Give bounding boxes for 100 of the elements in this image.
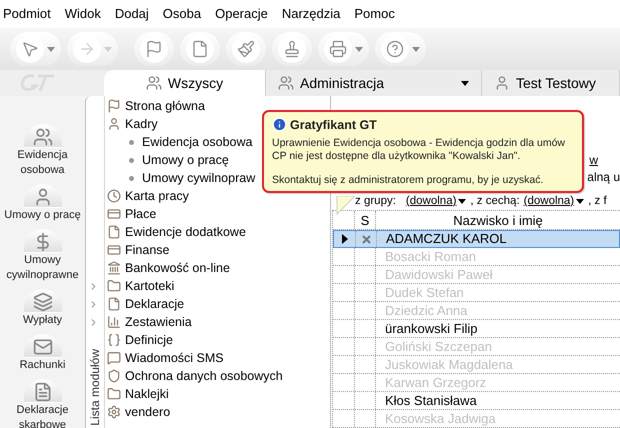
module-item[interactable]: Ewidencje dodatkowe bbox=[105, 222, 246, 242]
trait-dropdown[interactable]: (dowolna) bbox=[524, 192, 584, 210]
table-cell-text: Juskowiak Magdalena bbox=[384, 356, 513, 374]
folder-icon bbox=[107, 387, 121, 401]
module-item[interactable]: Ochrona danych osobowych bbox=[105, 366, 283, 386]
menu-item[interactable]: Narzędzia bbox=[282, 4, 340, 24]
clock-icon bbox=[107, 189, 121, 203]
info-icon bbox=[272, 117, 287, 132]
gear-icon bbox=[107, 405, 121, 419]
row-pointer-icon bbox=[342, 234, 348, 244]
module-subitem[interactable]: Umowy cywilnopraw bbox=[142, 168, 256, 188]
shortcut-button[interactable]: Wypłaty bbox=[2, 289, 84, 328]
toolbar-button[interactable] bbox=[134, 32, 174, 66]
tooltip-message: Uprawnienie Ewidencja osobowa - Ewidencja godzin dla umów CP nie jest dostępne dla użytkownika "Kowalski Jan". bbox=[272, 137, 566, 163]
menu-item[interactable]: Osoba bbox=[162, 4, 202, 24]
tooltip-hint: Skontaktuj się z administratorem programu, by je uzyskać. bbox=[272, 174, 544, 187]
printer-icon bbox=[329, 40, 347, 58]
shortcut-button[interactable]: Deklaracje skarbowe bbox=[2, 379, 84, 428]
module-subitem[interactable]: Umowy o pracę bbox=[142, 150, 229, 170]
table-cell-text: Goliński Szczepan bbox=[384, 338, 492, 356]
module-item[interactable]: Kadry bbox=[105, 114, 158, 134]
person-icon bbox=[107, 117, 121, 131]
document-icon bbox=[32, 382, 52, 402]
page-icon bbox=[107, 225, 121, 239]
toolbar-button[interactable] bbox=[10, 32, 61, 66]
column-header[interactable]: S bbox=[355, 211, 376, 229]
help-icon bbox=[386, 40, 404, 58]
table-cell-text: Dudek Stefan bbox=[384, 284, 464, 302]
module-item[interactable]: Karta pracy bbox=[105, 186, 189, 206]
filter-label: , z f bbox=[588, 194, 607, 209]
brush-icon bbox=[237, 40, 255, 58]
envelope-icon bbox=[32, 337, 52, 357]
table-row[interactable]: ADAMCZUK KAROL bbox=[333, 230, 620, 248]
bullet-icon bbox=[129, 140, 134, 144]
module-item[interactable]: Naklejki bbox=[105, 384, 169, 404]
stamp-icon bbox=[283, 40, 301, 58]
module-item[interactable]: Strona główna bbox=[105, 96, 205, 116]
menu-item[interactable]: Podmiot bbox=[3, 4, 51, 24]
module-item[interactable]: Finanse bbox=[105, 240, 170, 260]
tooltip-tail bbox=[335, 196, 357, 216]
toolbar-button[interactable] bbox=[180, 32, 220, 66]
arrow-icon bbox=[78, 40, 96, 58]
bullet-icon bbox=[129, 176, 134, 180]
table-cell-text: Dawidowski Paweł bbox=[384, 266, 493, 284]
braces-icon bbox=[107, 333, 121, 347]
bullet-icon bbox=[129, 158, 134, 162]
menu-item[interactable]: Operacje bbox=[215, 4, 268, 24]
filter-label: z grupy: bbox=[355, 194, 396, 209]
module-item[interactable]: Deklaracje bbox=[105, 294, 184, 314]
table-cell-text: Kosowska Jadwiga bbox=[384, 410, 496, 428]
card-icon bbox=[107, 207, 121, 221]
shortcut-button[interactable]: Umowy o pracę bbox=[2, 184, 84, 223]
toolbar-button[interactable] bbox=[226, 32, 266, 66]
person-icon bbox=[494, 75, 510, 91]
card-icon bbox=[107, 243, 121, 257]
info-text: alną u bbox=[587, 169, 620, 186]
table-cell-text: ADAMCZUK KAROL bbox=[385, 230, 507, 248]
column-header[interactable]: Nazwisko i imię bbox=[376, 211, 620, 229]
tooltip-title: Gratyfikant GT bbox=[290, 118, 377, 132]
module-item[interactable]: Bankowość on-line bbox=[105, 258, 230, 278]
toolbar-button[interactable] bbox=[272, 32, 312, 66]
panel-label: Lista modułów bbox=[88, 349, 103, 426]
folder-icon bbox=[107, 279, 121, 293]
table-cell-text: Kłos Stanisława bbox=[384, 392, 477, 410]
filter-label: , z cechą: bbox=[470, 194, 520, 209]
shortcut-button[interactable]: Umowy cywilnoprawne bbox=[2, 229, 84, 283]
menu-item[interactable]: Widok bbox=[64, 4, 101, 24]
flag-icon bbox=[107, 99, 121, 113]
people-icon bbox=[32, 127, 52, 147]
toolbar-button[interactable] bbox=[375, 32, 426, 66]
people-icon bbox=[278, 75, 294, 91]
table-cell-text: ürankowski Filip bbox=[384, 320, 478, 338]
shortcut-button[interactable]: Ewidencja osobowa bbox=[2, 124, 84, 178]
message-icon bbox=[107, 351, 121, 365]
module-item[interactable]: Wiadomości SMS bbox=[105, 348, 224, 368]
module-item[interactable]: vendero bbox=[105, 402, 170, 422]
link[interactable]: w bbox=[589, 151, 598, 170]
menu-item[interactable]: Pomoc bbox=[354, 4, 395, 24]
module-subitem[interactable]: Ewidencja osobowa bbox=[142, 132, 252, 152]
module-item[interactable]: Kartoteki bbox=[105, 276, 174, 296]
table-cell-text: Dziedzic Anna bbox=[384, 302, 468, 320]
page-icon bbox=[107, 297, 121, 311]
page-icon bbox=[191, 40, 209, 58]
caret-icon bbox=[458, 198, 466, 204]
table-row[interactable]: Kłos Stanisława bbox=[333, 392, 620, 410]
caret-icon bbox=[576, 198, 584, 204]
module-item[interactable]: Zestawienia bbox=[105, 312, 192, 332]
table-row[interactable]: ürankowski Filip bbox=[333, 320, 620, 338]
flag-icon bbox=[145, 40, 163, 58]
module-item[interactable]: Definicje bbox=[105, 330, 173, 350]
stack-icon bbox=[32, 292, 52, 312]
shortcut-button[interactable]: Rachunki bbox=[2, 334, 84, 373]
toolbar-button[interactable] bbox=[318, 32, 369, 66]
module-item[interactable]: Płace bbox=[105, 204, 156, 224]
tab[interactable]: Wszyscy bbox=[104, 70, 266, 96]
group-dropdown[interactable]: (dowolna) bbox=[406, 192, 466, 210]
table-cell-text: Karwan Grzegorz bbox=[384, 374, 486, 392]
shield-icon bbox=[107, 369, 121, 383]
menu-item[interactable]: Dodaj bbox=[114, 4, 149, 24]
bank-icon bbox=[107, 261, 121, 275]
